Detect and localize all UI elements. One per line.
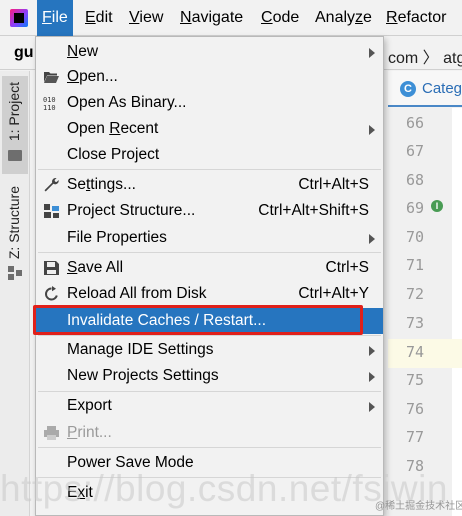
menu-separator (38, 391, 381, 392)
project-structure-icon (44, 204, 59, 218)
file-menu-dropdown: New Open... 010 110 Open As Binary... Ope… (35, 36, 384, 516)
structure-tool-label[interactable]: Z: Structure (6, 186, 22, 259)
wrench-icon (44, 177, 59, 192)
submenu-arrow-icon (369, 125, 375, 135)
submenu-arrow-icon (369, 402, 375, 412)
submenu-arrow-icon (369, 372, 375, 382)
implements-icon[interactable]: I (431, 200, 443, 212)
line-number: 67 (405, 142, 424, 160)
line-number: 73 (405, 314, 424, 332)
line-number: 71 (405, 256, 424, 274)
menu-separator (38, 169, 381, 170)
line-number: 69 (405, 199, 424, 217)
project-name: gu (14, 44, 34, 61)
menu-view[interactable]: View (124, 0, 168, 36)
menu-item-manage-ide-settings[interactable]: Manage IDE Settings (36, 337, 383, 363)
annotation-highlight-box (33, 305, 363, 335)
reload-icon (45, 286, 58, 301)
line-number: 76 (405, 400, 424, 418)
class-icon: C (400, 81, 416, 97)
line-number: 77 (405, 428, 424, 446)
svg-text:110: 110 (43, 104, 56, 111)
watermark-credit: @稀土掘金技术社区 (375, 501, 462, 512)
menu-edit[interactable]: Edit (80, 0, 118, 36)
line-number: 66 (405, 114, 424, 132)
menu-item-new-projects-settings[interactable]: New Projects Settings (36, 363, 383, 389)
menu-item-close-project[interactable]: Close Project (36, 142, 383, 168)
submenu-arrow-icon (369, 48, 375, 58)
menu-item-print: Print... (36, 420, 383, 446)
main-menu-bar: File Edit View Navigate Code Analyze Ref… (0, 0, 462, 36)
line-number: 72 (405, 285, 424, 303)
breadcrumb[interactable]: com 〉 atg (388, 44, 462, 68)
menu-item-open[interactable]: Open... (36, 64, 383, 90)
line-number: 74 (405, 343, 424, 361)
menu-code[interactable]: Code (256, 0, 304, 36)
menu-refactor[interactable]: Refactor (381, 0, 451, 36)
print-icon (44, 426, 59, 440)
submenu-arrow-icon (369, 346, 375, 356)
menu-item-reload-all[interactable]: Reload All from Disk Ctrl+Alt+Y (36, 281, 383, 307)
folder-open-icon (44, 72, 59, 83)
menu-separator (38, 252, 381, 253)
binary-icon: 010110 (43, 96, 56, 111)
menu-item-settings[interactable]: Settings... Ctrl+Alt+S (36, 172, 383, 198)
menu-item-save-all[interactable]: Save All Ctrl+S (36, 255, 383, 281)
line-gutter (388, 108, 452, 516)
svg-text:010: 010 (43, 96, 56, 104)
intellij-logo-icon (10, 9, 28, 27)
folder-icon (8, 150, 22, 161)
project-tool-label[interactable]: 1: Project (6, 82, 22, 141)
save-icon (44, 261, 59, 275)
menu-item-project-structure[interactable]: Project Structure... Ctrl+Alt+Shift+S (36, 198, 383, 224)
menu-separator (38, 447, 381, 448)
line-number: 70 (405, 228, 424, 246)
editor-tab-label[interactable]: Categ (422, 80, 462, 97)
menu-item-open-recent[interactable]: Open Recent (36, 116, 383, 142)
menu-item-open-as-binary[interactable]: 010 110 Open As Binary... (36, 90, 383, 116)
menu-item-new[interactable]: New (36, 39, 383, 65)
menu-file[interactable]: File (37, 0, 73, 36)
menu-item-export[interactable]: Export (36, 393, 383, 419)
menu-navigate[interactable]: Navigate (175, 0, 248, 36)
menu-analyze[interactable]: Analyze (310, 0, 377, 36)
line-number: 68 (405, 171, 424, 189)
line-number: 75 (405, 371, 424, 389)
structure-icon (8, 266, 22, 280)
submenu-arrow-icon (369, 234, 375, 244)
menu-separator (38, 335, 381, 336)
menu-item-file-properties[interactable]: File Properties (36, 225, 383, 251)
